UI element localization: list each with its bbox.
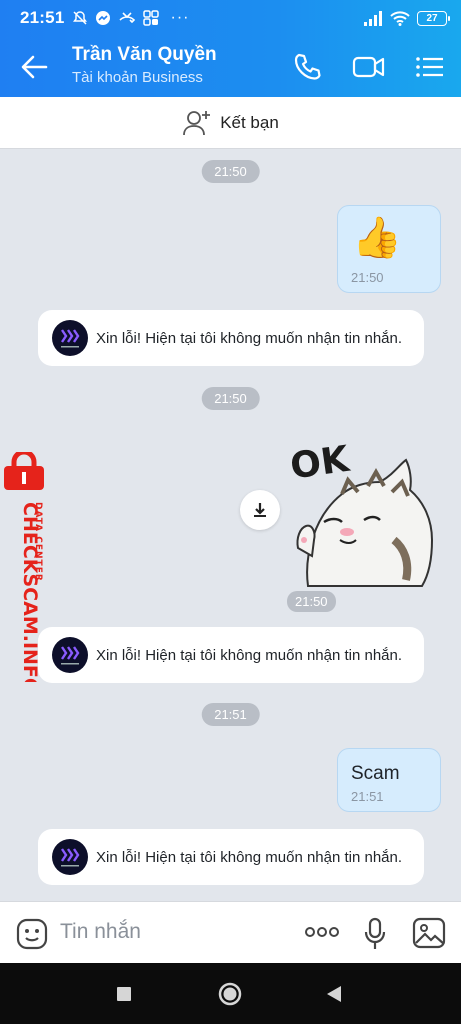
back-triangle-icon[interactable] — [326, 985, 342, 1003]
signal-icon — [364, 10, 382, 26]
thumbs-up-emoji: 👍 — [352, 216, 402, 260]
recents-square-icon[interactable] — [116, 986, 132, 1002]
status-overflow: ··· — [170, 9, 190, 26]
add-friend-button[interactable]: Kết bạn — [0, 97, 461, 149]
add-user-icon — [183, 110, 211, 135]
menu-list-icon[interactable] — [413, 50, 447, 84]
contact-subtitle: Tài khoản Business — [72, 69, 203, 86]
watermark-logo: CHECKSCAM.INFO DATA CENTER — [4, 449, 44, 694]
sticker-message[interactable]: OK — [284, 430, 444, 590]
download-icon — [254, 503, 266, 517]
system-message: Xin lỗi! Hiện tại tôi không muốn nhận ti… — [38, 627, 424, 683]
message-composer: Tin nhắn — [0, 901, 461, 963]
status-time: 21:51 — [20, 8, 65, 27]
time-divider: 21:50 — [201, 160, 260, 183]
system-message-text: Xin lỗi! Hiện tại tôi không muốn nhận ti… — [96, 329, 403, 347]
sticker-emoji-icon[interactable] — [16, 918, 48, 950]
home-circle-icon[interactable] — [218, 982, 242, 1006]
more-options-icon[interactable] — [304, 926, 340, 938]
system-message-text: Xin lỗi! Hiện tại tôi không muốn nhận ti… — [96, 646, 403, 664]
status-icons-left: ··· — [72, 9, 189, 27]
avatar-logo-icon — [61, 646, 80, 665]
message-input[interactable]: Tin nhắn — [60, 920, 141, 944]
sticker-text: OK — [288, 439, 353, 488]
download-button[interactable] — [240, 490, 280, 530]
add-friend-label: Kết bạn — [220, 112, 279, 132]
battery-icon: 27 — [417, 10, 450, 26]
system-nav-bar — [0, 963, 461, 1024]
battery-level: 27 — [426, 12, 438, 24]
image-gallery-icon[interactable] — [412, 917, 446, 949]
avatar-logo-icon — [61, 329, 80, 348]
messenger-icon — [96, 11, 111, 25]
checkscam-watermark: CHECKSCAM.INFO DATA CENTER — [0, 449, 52, 694]
missed-call-icon — [119, 12, 136, 24]
status-bar: 21:51 ··· 27 — [0, 0, 461, 36]
microphone-icon[interactable] — [364, 917, 386, 951]
time-divider: 21:51 — [201, 703, 260, 726]
outgoing-message[interactable]: 👍 21:50 — [337, 205, 441, 293]
status-icons-right: 27 — [363, 10, 450, 26]
outgoing-message[interactable]: Scam 21:51 — [337, 748, 441, 812]
system-message: Xin lỗi! Hiện tại tôi không muốn nhận ti… — [38, 829, 424, 885]
wifi-icon — [390, 10, 410, 26]
contact-name[interactable]: Trần Văn Quyền — [72, 44, 217, 66]
time-divider: 21:50 — [201, 387, 260, 410]
back-arrow-icon[interactable] — [18, 52, 50, 82]
message-text: Scam — [351, 763, 400, 784]
chat-header: Trần Văn Quyền Tài khoản Business — [0, 36, 461, 97]
sticker-time: 21:50 — [287, 591, 336, 612]
avatar-logo-icon — [61, 848, 80, 867]
top-bar: 21:51 ··· 27 Trần Văn Quyền Tài khoản Bu… — [0, 0, 461, 97]
message-time: 21:51 — [351, 789, 384, 804]
phone-call-icon[interactable] — [290, 50, 324, 84]
video-call-icon[interactable] — [352, 50, 386, 84]
system-message-text: Xin lỗi! Hiện tại tôi không muốn nhận ti… — [96, 848, 403, 866]
chat-area[interactable]: 21:50 👍 21:50 Xin lỗi! Hiện tại tôi khôn… — [0, 150, 461, 900]
watermark-tagline: DATA CENTER — [33, 502, 43, 582]
cat-ok-sticker: OK — [288, 439, 434, 587]
app-grid-icon — [143, 10, 160, 26]
system-message: Xin lỗi! Hiện tại tôi không muốn nhận ti… — [38, 310, 424, 366]
avatar[interactable] — [52, 320, 88, 356]
avatar[interactable] — [52, 637, 88, 673]
message-time: 21:50 — [351, 270, 384, 285]
mute-bell-icon — [73, 11, 88, 25]
avatar[interactable] — [52, 839, 88, 875]
